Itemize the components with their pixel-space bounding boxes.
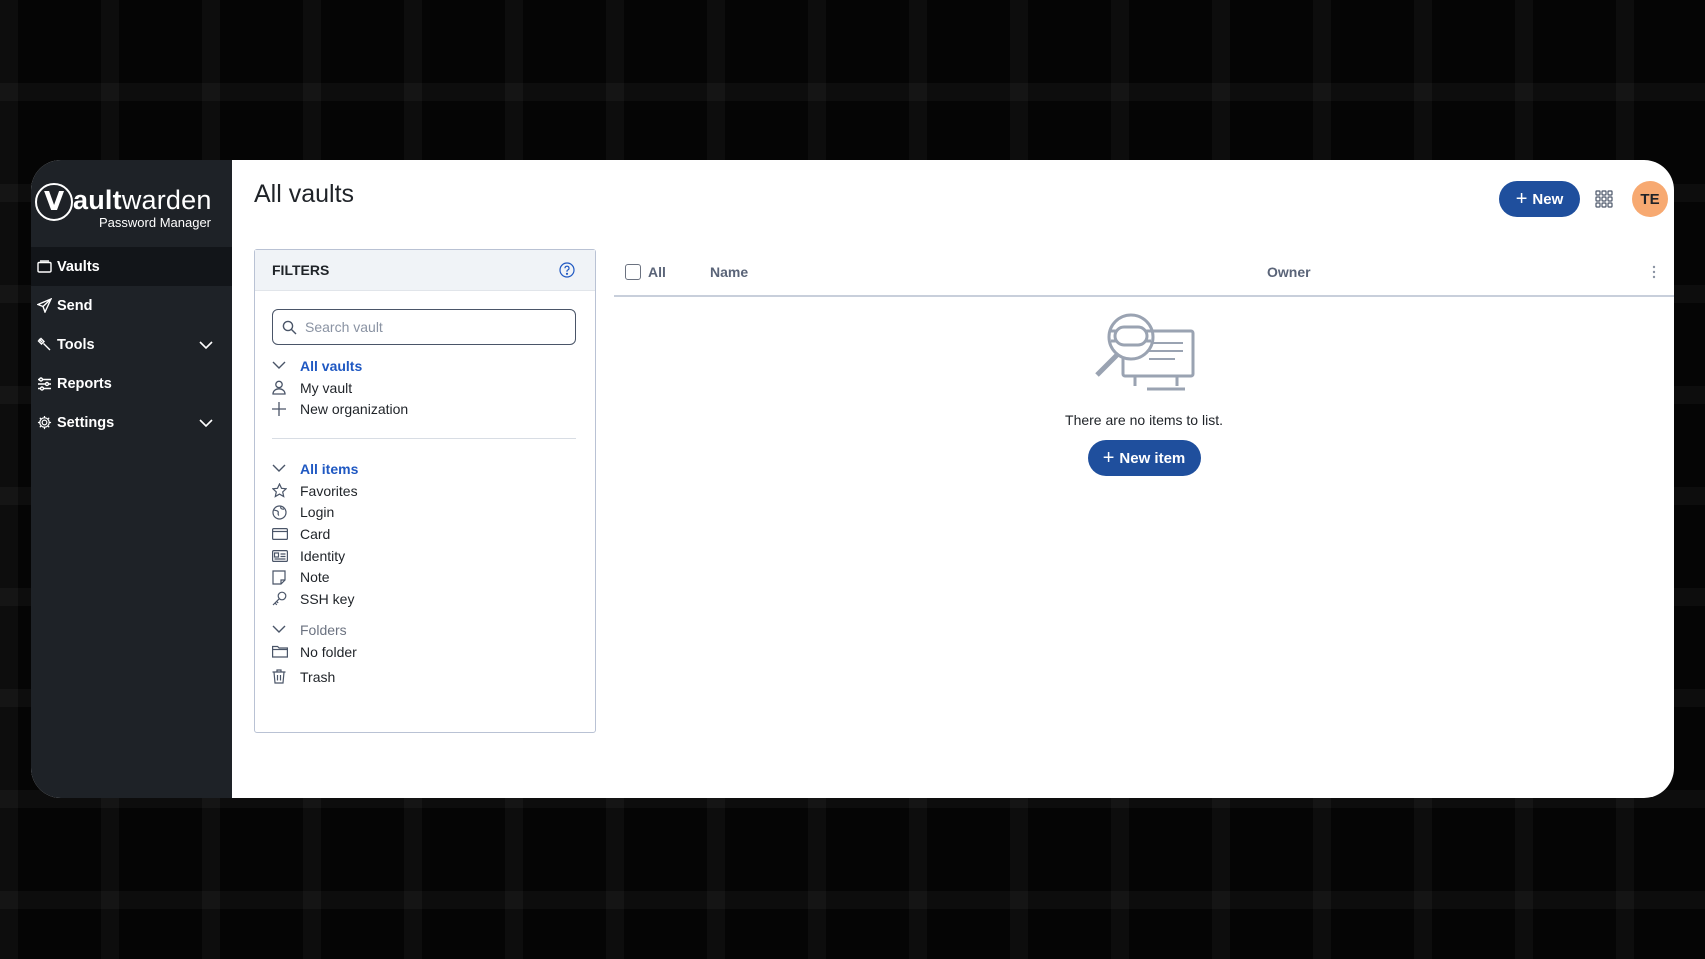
filter-label: Login (300, 504, 335, 521)
plus-icon: + (1515, 188, 1528, 210)
user-avatar[interactable]: TE (1632, 181, 1668, 217)
filter-label: My vault (300, 379, 353, 396)
search-input[interactable] (305, 319, 565, 335)
filter-label: Note (300, 569, 330, 586)
new-button[interactable]: + New (1499, 181, 1580, 217)
logo-subtitle: Password Manager (99, 215, 211, 230)
filter-all-items[interactable]: All items (272, 458, 582, 480)
page-title: All vaults (254, 180, 355, 208)
sidebar-item-vaults[interactable]: Vaults (31, 247, 232, 286)
key-icon (272, 591, 291, 607)
type-filter-list: All items Favorites Login Card Identity (272, 458, 582, 610)
chevron-down-icon[interactable] (272, 461, 291, 477)
vault-icon (36, 259, 52, 275)
empty-message: There are no items to list. (1065, 412, 1223, 428)
more-options-icon[interactable] (1652, 265, 1656, 279)
filter-label: New organization (300, 401, 409, 418)
sidebar-item-label: Reports (57, 375, 112, 392)
sidebar-item-settings[interactable]: Settings (31, 403, 232, 442)
search-icon (282, 320, 297, 334)
main-content: All vaults + New TE FILTERS Search vault… (232, 160, 1674, 798)
sidebar-item-label: Tools (57, 336, 95, 353)
filter-note[interactable]: Note (272, 566, 582, 588)
app-switcher-icon[interactable] (1595, 190, 1613, 208)
app-window: V aultwarden Password Manager Vaults Sen… (31, 160, 1674, 798)
new-item-button-label: New item (1119, 449, 1186, 467)
filters-panel: FILTERS All vaults My vault (254, 249, 596, 733)
sidebar-item-label: Vaults (57, 258, 100, 275)
chevron-down-icon[interactable] (198, 337, 214, 353)
select-all-checkbox[interactable] (625, 264, 641, 280)
column-name[interactable]: Name (710, 264, 748, 280)
id-card-icon (272, 548, 291, 564)
filters-header: FILTERS (255, 250, 595, 291)
plus-icon (272, 401, 291, 417)
filter-trash[interactable]: Trash (272, 666, 582, 688)
sidebar-item-tools[interactable]: Tools (31, 325, 232, 364)
filter-new-organization[interactable]: New organization (272, 398, 582, 420)
items-table-header: All Name Owner (614, 249, 1674, 297)
trash-filter-list: Trash (272, 666, 582, 688)
chevron-down-icon[interactable] (272, 622, 291, 638)
filter-ssh-key[interactable]: SSH key (272, 588, 582, 610)
filter-card[interactable]: Card (272, 523, 582, 545)
column-all[interactable]: All (648, 264, 666, 280)
filter-folders[interactable]: Folders (272, 619, 582, 641)
vaultwarden-logo[interactable]: V aultwarden Password Manager (31, 160, 232, 247)
vault-filter-list: All vaults My vault New organization (272, 355, 582, 420)
filter-label: All items (300, 460, 359, 477)
trash-icon (272, 669, 291, 685)
chevron-down-icon[interactable] (198, 415, 214, 431)
credit-card-icon (272, 526, 291, 542)
sidebar-item-label: Settings (57, 414, 115, 431)
filter-login[interactable]: Login (272, 501, 582, 523)
filter-favorites[interactable]: Favorites (272, 480, 582, 502)
plus-icon: + (1102, 447, 1115, 469)
filter-label: Folders (300, 621, 347, 638)
filters-divider (272, 438, 576, 439)
filter-label: Identity (300, 547, 346, 564)
filter-my-vault[interactable]: My vault (272, 377, 582, 399)
note-icon (272, 569, 291, 585)
sliders-icon (36, 376, 52, 392)
chevron-down-icon[interactable] (272, 358, 291, 374)
filter-identity[interactable]: Identity (272, 545, 582, 567)
folder-filter-list: Folders No folder (272, 619, 582, 662)
filter-no-folder[interactable]: No folder (272, 641, 582, 663)
logo-wordmark: aultwarden (73, 185, 212, 215)
search-vault-box[interactable] (272, 309, 576, 345)
user-icon (272, 380, 291, 396)
filters-title: FILTERS (272, 262, 330, 278)
empty-state: There are no items to list. + New item (614, 311, 1674, 476)
send-icon (36, 298, 52, 314)
filter-label: Favorites (300, 482, 358, 499)
sidebar: V aultwarden Password Manager Vaults Sen… (31, 160, 232, 798)
gear-icon (36, 415, 52, 431)
logo-emblem: V (35, 183, 73, 221)
sidebar-item-reports[interactable]: Reports (31, 364, 232, 403)
star-icon (272, 483, 291, 499)
new-button-label: New (1532, 190, 1564, 208)
folder-icon (272, 644, 291, 660)
sidebar-item-label: Send (57, 297, 93, 314)
no-results-illustration-icon (1095, 313, 1195, 391)
column-owner[interactable]: Owner (1267, 264, 1311, 280)
filter-label: SSH key (300, 590, 355, 607)
filter-all-vaults[interactable]: All vaults (272, 355, 582, 377)
sidebar-item-send[interactable]: Send (31, 286, 232, 325)
filter-label: Card (300, 525, 331, 542)
help-icon[interactable] (559, 262, 575, 278)
globe-icon (272, 504, 291, 520)
new-item-button[interactable]: + New item (1087, 440, 1201, 476)
wrench-icon (36, 337, 52, 353)
filter-label: Trash (300, 668, 336, 685)
filter-label: All vaults (300, 357, 363, 374)
filter-label: No folder (300, 643, 357, 660)
